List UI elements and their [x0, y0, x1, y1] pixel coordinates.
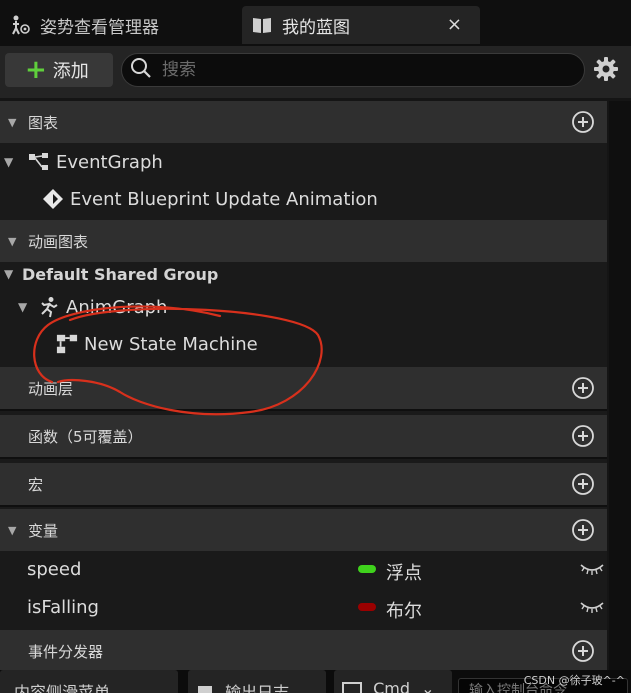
tree-item-anim-graph[interactable]: ▼ AnimGraph [0, 288, 607, 326]
add-graph-icon[interactable] [571, 110, 595, 134]
tree-item-label: New State Machine [84, 333, 258, 355]
divider [0, 505, 607, 507]
toolbar: + 添加 [0, 46, 631, 98]
tree-item-event-graph[interactable]: ▼ EventGraph [0, 143, 607, 181]
tree-item-state-machine[interactable]: New State Machine [0, 325, 607, 363]
section-macros[interactable]: 宏 [0, 463, 607, 505]
add-variable-icon[interactable] [571, 518, 595, 542]
tree-item-label: AnimGraph [66, 296, 168, 318]
section-functions[interactable]: 函数（5可覆盖） [0, 415, 607, 457]
search-box[interactable] [121, 53, 585, 87]
section-title: 函数（5可覆盖） [28, 427, 143, 446]
add-anim-layer-icon[interactable] [571, 376, 595, 400]
section-title: 宏 [28, 475, 44, 494]
watermark: CSDN @徐子玻^-^ [523, 674, 625, 687]
state-machine-icon [56, 333, 78, 355]
output-log-icon [198, 686, 212, 693]
cmd-label: Cmd [373, 679, 411, 693]
variable-row[interactable]: isFalling 布尔 [0, 589, 607, 627]
terminal-icon [342, 682, 362, 693]
chevron-down-icon[interactable]: ▼ [4, 155, 18, 169]
variable-type-pill [358, 603, 376, 611]
section-anim-layers[interactable]: 动画层 [0, 367, 607, 409]
tab-label: 姿势查看管理器 [40, 17, 159, 38]
variable-type[interactable]: 浮点 [386, 559, 422, 585]
tree-item-event-update[interactable]: Event Blueprint Update Animation [0, 180, 607, 218]
chevron-down-icon[interactable]: ▼ [8, 524, 20, 537]
add-event-dispatcher-icon[interactable] [571, 639, 595, 663]
section-title: 变量 [28, 521, 59, 540]
event-node-icon [42, 188, 64, 210]
close-icon[interactable]: × [447, 14, 462, 35]
section-title: 动画图表 [28, 232, 89, 251]
variable-row[interactable]: speed 浮点 [0, 551, 607, 589]
section-title: 事件分发器 [28, 642, 104, 661]
section-event-dispatchers[interactable]: 事件分发器 [0, 630, 607, 672]
tab-bar: 姿势查看管理器 我的蓝图 × [0, 0, 631, 46]
output-log-label: 输出日志 [225, 683, 290, 693]
chevron-down-icon[interactable]: ▼ [8, 116, 20, 129]
variable-name: speed [27, 559, 82, 580]
chevron-down-icon[interactable]: ▼ [18, 300, 32, 314]
variable-type-pill [358, 565, 376, 573]
content-drawer-label: 内容侧滑菜单 [14, 683, 111, 693]
cmd-dropdown[interactable]: Cmd ⌄ [334, 670, 452, 693]
add-button-label: 添加 [52, 61, 89, 82]
section-title: 图表 [28, 113, 59, 132]
section-graphs[interactable]: ▼ 图表 [0, 101, 607, 143]
group-label: Default Shared Group [22, 264, 219, 284]
tree-item-label: Event Blueprint Update Animation [70, 188, 378, 210]
divider [0, 457, 607, 459]
tab-pose-watch-manager[interactable]: 姿势查看管理器 [0, 6, 238, 44]
plus-icon: + [25, 55, 47, 85]
tab-label: 我的蓝图 [282, 17, 350, 38]
section-variables[interactable]: ▼ 变量 [0, 509, 607, 551]
gear-icon[interactable] [593, 56, 623, 86]
book-icon [250, 13, 274, 37]
pose-watch-icon [8, 13, 32, 37]
tab-my-blueprint[interactable]: 我的蓝图 × [242, 6, 480, 44]
variable-name: isFalling [27, 597, 99, 618]
output-log-button[interactable]: 输出日志 [188, 670, 326, 693]
variable-type[interactable]: 布尔 [386, 597, 422, 623]
scrollbar[interactable] [609, 101, 631, 693]
add-macro-icon[interactable] [571, 472, 595, 496]
chevron-down-icon: ⌄ [421, 679, 435, 693]
add-function-icon[interactable] [571, 424, 595, 448]
chevron-down-icon[interactable]: ▼ [4, 267, 18, 281]
content-drawer-button[interactable]: 内容侧滑菜单 [0, 670, 178, 693]
divider [0, 409, 607, 411]
eye-closed-icon[interactable] [580, 599, 604, 617]
search-input[interactable] [162, 60, 542, 80]
graph-icon [28, 151, 50, 173]
tree-item-label: EventGraph [56, 151, 163, 173]
search-icon [130, 57, 152, 83]
running-figure-icon [38, 296, 60, 318]
section-title: 动画层 [28, 379, 74, 398]
eye-closed-icon[interactable] [580, 561, 604, 579]
chevron-down-icon[interactable]: ▼ [8, 235, 20, 248]
add-button[interactable]: + 添加 [5, 53, 113, 87]
